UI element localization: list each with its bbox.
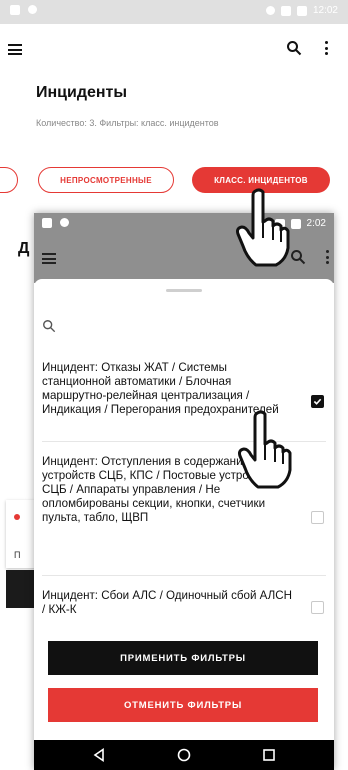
search-icon[interactable] [290,249,306,265]
checkmark-icon [313,398,322,405]
filter-checkbox[interactable] [311,601,324,614]
filter-checkbox[interactable] [311,511,324,524]
menu-icon[interactable] [8,44,22,55]
search-icon[interactable] [286,40,302,56]
status-bar: 12:02 [0,0,348,24]
filter-chip-unviewed[interactable]: НЕПРОСМОТРЕННЫЕ [38,167,174,193]
battery-icon [290,218,301,229]
section-title: Д [18,240,30,257]
filter-chip-partial[interactable] [0,167,18,193]
filter-screen: 2:02 Инцидент: Отказы ЖАТ / Системы стан… [34,213,334,770]
app-toolbar [0,24,348,72]
notification-icon [60,218,69,227]
filter-option-label: Инцидент: Отказы ЖАТ / Системы станционн… [42,361,279,416]
page-subtitle: Количество: 3. Фильтры: класс. инциденто… [36,118,219,128]
sheet-drag-handle[interactable] [166,289,202,292]
status-time: 12:02 [312,5,338,16]
location-icon [265,6,275,15]
incident-card[interactable]: П [6,500,36,568]
more-vert-icon[interactable] [325,41,329,55]
home-nav-icon[interactable] [177,748,191,762]
notification-icon [42,218,52,228]
filter-bottom-sheet: Инцидент: Отказы ЖАТ / Системы станционн… [34,279,334,740]
filter-option-label: Инцидент: Сбои АЛС / Одиночный сбой АЛСН… [42,589,293,616]
card-label: П [14,550,21,560]
pointing-hand-icon [234,188,292,268]
apply-filters-button[interactable]: ПРИМЕНИТЬ ФИЛЬТРЫ [48,641,318,675]
more-vert-icon[interactable] [326,250,330,264]
recents-nav-icon[interactable] [262,748,276,762]
back-nav-icon[interactable] [92,747,106,763]
filter-option[interactable]: Инцидент: Сбои АЛС / Одиночный сбой АЛСН… [42,589,330,617]
filter-checkbox[interactable] [311,395,324,408]
pointing-hand-icon [236,410,294,490]
signal-icon [280,5,291,16]
notification-icon [10,5,20,15]
page-title: Инциденты [36,84,128,101]
bottom-bar [6,570,36,608]
battery-icon [296,5,307,16]
system-nav-bar [34,740,334,770]
notification-icon [28,5,37,14]
status-time: 2:02 [306,218,326,229]
filter-option[interactable]: Инцидент: Отказы ЖАТ / Системы станционн… [42,361,330,417]
search-icon[interactable] [42,319,56,333]
menu-icon[interactable] [42,253,56,264]
divider [42,575,326,576]
status-dot [14,514,20,520]
cancel-filters-button[interactable]: ОТМЕНИТЬ ФИЛЬТРЫ [48,688,318,722]
